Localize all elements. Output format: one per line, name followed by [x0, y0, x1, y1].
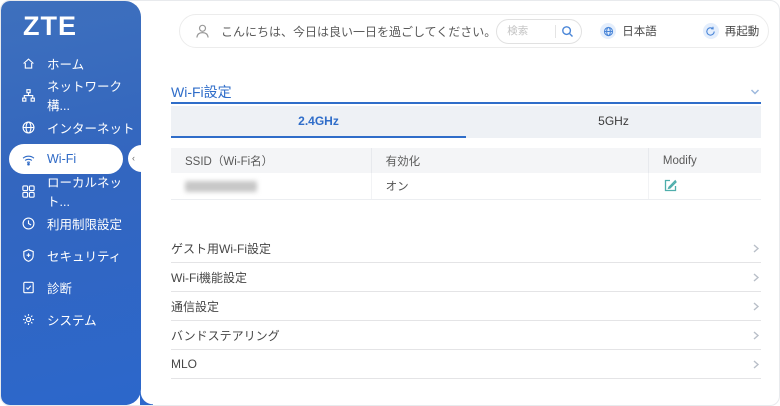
sidebar-corner-accent	[140, 392, 153, 405]
diagnosis-icon	[21, 280, 36, 295]
enabled-cell: オン	[372, 173, 649, 199]
link-mlo[interactable]: MLO	[171, 350, 761, 379]
sidebar-item-label: Wi-Fi	[47, 152, 76, 166]
language-button[interactable]: 日本語	[600, 23, 657, 39]
link-label: MLO	[171, 357, 197, 371]
sidebar: ZTE ホーム ネットワーク構... インターネット	[1, 1, 141, 405]
security-shield-icon	[21, 248, 36, 263]
sidebar-collapse-toggle[interactable]: ‹	[128, 145, 155, 172]
search-icon[interactable]	[561, 25, 574, 38]
search-input[interactable]	[507, 25, 555, 37]
sidebar-item-network-config[interactable]: ネットワーク構...	[1, 79, 141, 111]
link-label: ゲスト用Wi-Fi設定	[171, 240, 271, 257]
search-box[interactable]	[496, 19, 582, 44]
column-header-ssid: SSID（Wi-Fi名）	[171, 148, 372, 173]
tab-2-4ghz[interactable]: 2.4GHz	[171, 106, 466, 138]
home-icon	[21, 56, 36, 71]
sidebar-item-label: 利用制限設定	[47, 214, 122, 233]
ssid-table: SSID（Wi-Fi名） 有効化 Modify オン	[171, 148, 761, 200]
sidebar-item-local-network[interactable]: ローカルネット...	[1, 175, 141, 207]
settings-link-list: ゲスト用Wi-Fi設定 Wi-Fi機能設定 通信設定 バンドステアリング MLO	[171, 234, 761, 379]
restart-button[interactable]: 再起動	[703, 23, 760, 39]
restart-label: 再起動	[725, 23, 760, 39]
tab-5ghz[interactable]: 5GHz	[466, 106, 761, 138]
tab-label: 5GHz	[598, 114, 629, 128]
sidebar-item-home[interactable]: ホーム	[1, 47, 141, 79]
sidebar-item-wifi[interactable]: Wi-Fi	[9, 144, 123, 174]
language-globe-icon	[600, 23, 616, 39]
sidebar-item-system[interactable]: システム	[1, 303, 141, 335]
sidebar-item-security[interactable]: セキュリティ	[1, 239, 141, 271]
chevron-down-icon[interactable]	[749, 86, 761, 98]
band-tabs: 2.4GHz 5GHz	[171, 106, 761, 138]
wifi-settings-section-header[interactable]: Wi-Fi設定	[171, 81, 761, 104]
greeting-text: こんにちは、今日は良い一日を過ごしてください。	[221, 23, 496, 40]
table-row: オン	[171, 173, 761, 200]
sidebar-item-usage-limit[interactable]: 利用制限設定	[1, 207, 141, 239]
collapse-arrow-icon: ‹	[128, 154, 135, 163]
column-header-modify: Modify	[649, 148, 761, 173]
link-label: Wi-Fi機能設定	[171, 269, 247, 286]
column-header-enabled: 有効化	[372, 148, 649, 173]
modify-cell	[649, 173, 761, 199]
router-admin-window: ZTE ホーム ネットワーク構... インターネット	[0, 0, 780, 406]
ssid-redacted-value	[185, 181, 257, 192]
language-label: 日本語	[622, 23, 657, 39]
sidebar-item-label: インターネット	[47, 118, 135, 137]
wifi-icon	[21, 152, 36, 167]
restart-icon	[703, 23, 719, 39]
sidebar-item-label: ホーム	[47, 54, 84, 73]
chevron-right-icon	[750, 272, 761, 283]
link-guest-wifi[interactable]: ゲスト用Wi-Fi設定	[171, 234, 761, 263]
sidebar-item-label: システム	[47, 310, 97, 329]
link-wifi-functions[interactable]: Wi-Fi機能設定	[171, 263, 761, 292]
ssid-cell	[171, 173, 372, 199]
header-bar: こんにちは、今日は良い一日を過ごしてください。 日本語 再起動 ログアウト	[179, 14, 769, 48]
chevron-right-icon	[750, 359, 761, 370]
tab-label: 2.4GHz	[298, 114, 339, 128]
usage-limit-icon	[21, 216, 36, 231]
edit-icon[interactable]	[663, 178, 679, 194]
search-divider	[555, 25, 556, 38]
sidebar-item-label: ネットワーク構...	[47, 76, 141, 114]
user-avatar-icon	[193, 22, 212, 41]
network-topology-icon	[21, 88, 36, 103]
sidebar-menu: ホーム ネットワーク構... インターネット Wi-Fi	[1, 47, 141, 335]
sidebar-item-label: セキュリティ	[47, 246, 121, 265]
internet-globe-icon	[21, 120, 36, 135]
sidebar-item-label: 診断	[47, 278, 72, 297]
chevron-right-icon	[750, 330, 761, 341]
table-header-row: SSID（Wi-Fi名） 有効化 Modify	[171, 148, 761, 173]
sidebar-item-internet[interactable]: インターネット	[1, 111, 141, 143]
chevron-right-icon	[750, 243, 761, 254]
sidebar-item-diagnosis[interactable]: 診断	[1, 271, 141, 303]
section-title: Wi-Fi設定	[171, 82, 232, 102]
sidebar-item-label: ローカルネット...	[47, 172, 141, 210]
local-network-icon	[21, 184, 36, 199]
link-communication-settings[interactable]: 通信設定	[171, 292, 761, 321]
link-band-steering[interactable]: バンドステアリング	[171, 321, 761, 350]
link-label: 通信設定	[171, 298, 219, 315]
chevron-right-icon	[750, 301, 761, 312]
system-gear-icon	[21, 312, 36, 327]
zte-logo: ZTE	[23, 11, 77, 42]
link-label: バンドステアリング	[171, 327, 280, 344]
